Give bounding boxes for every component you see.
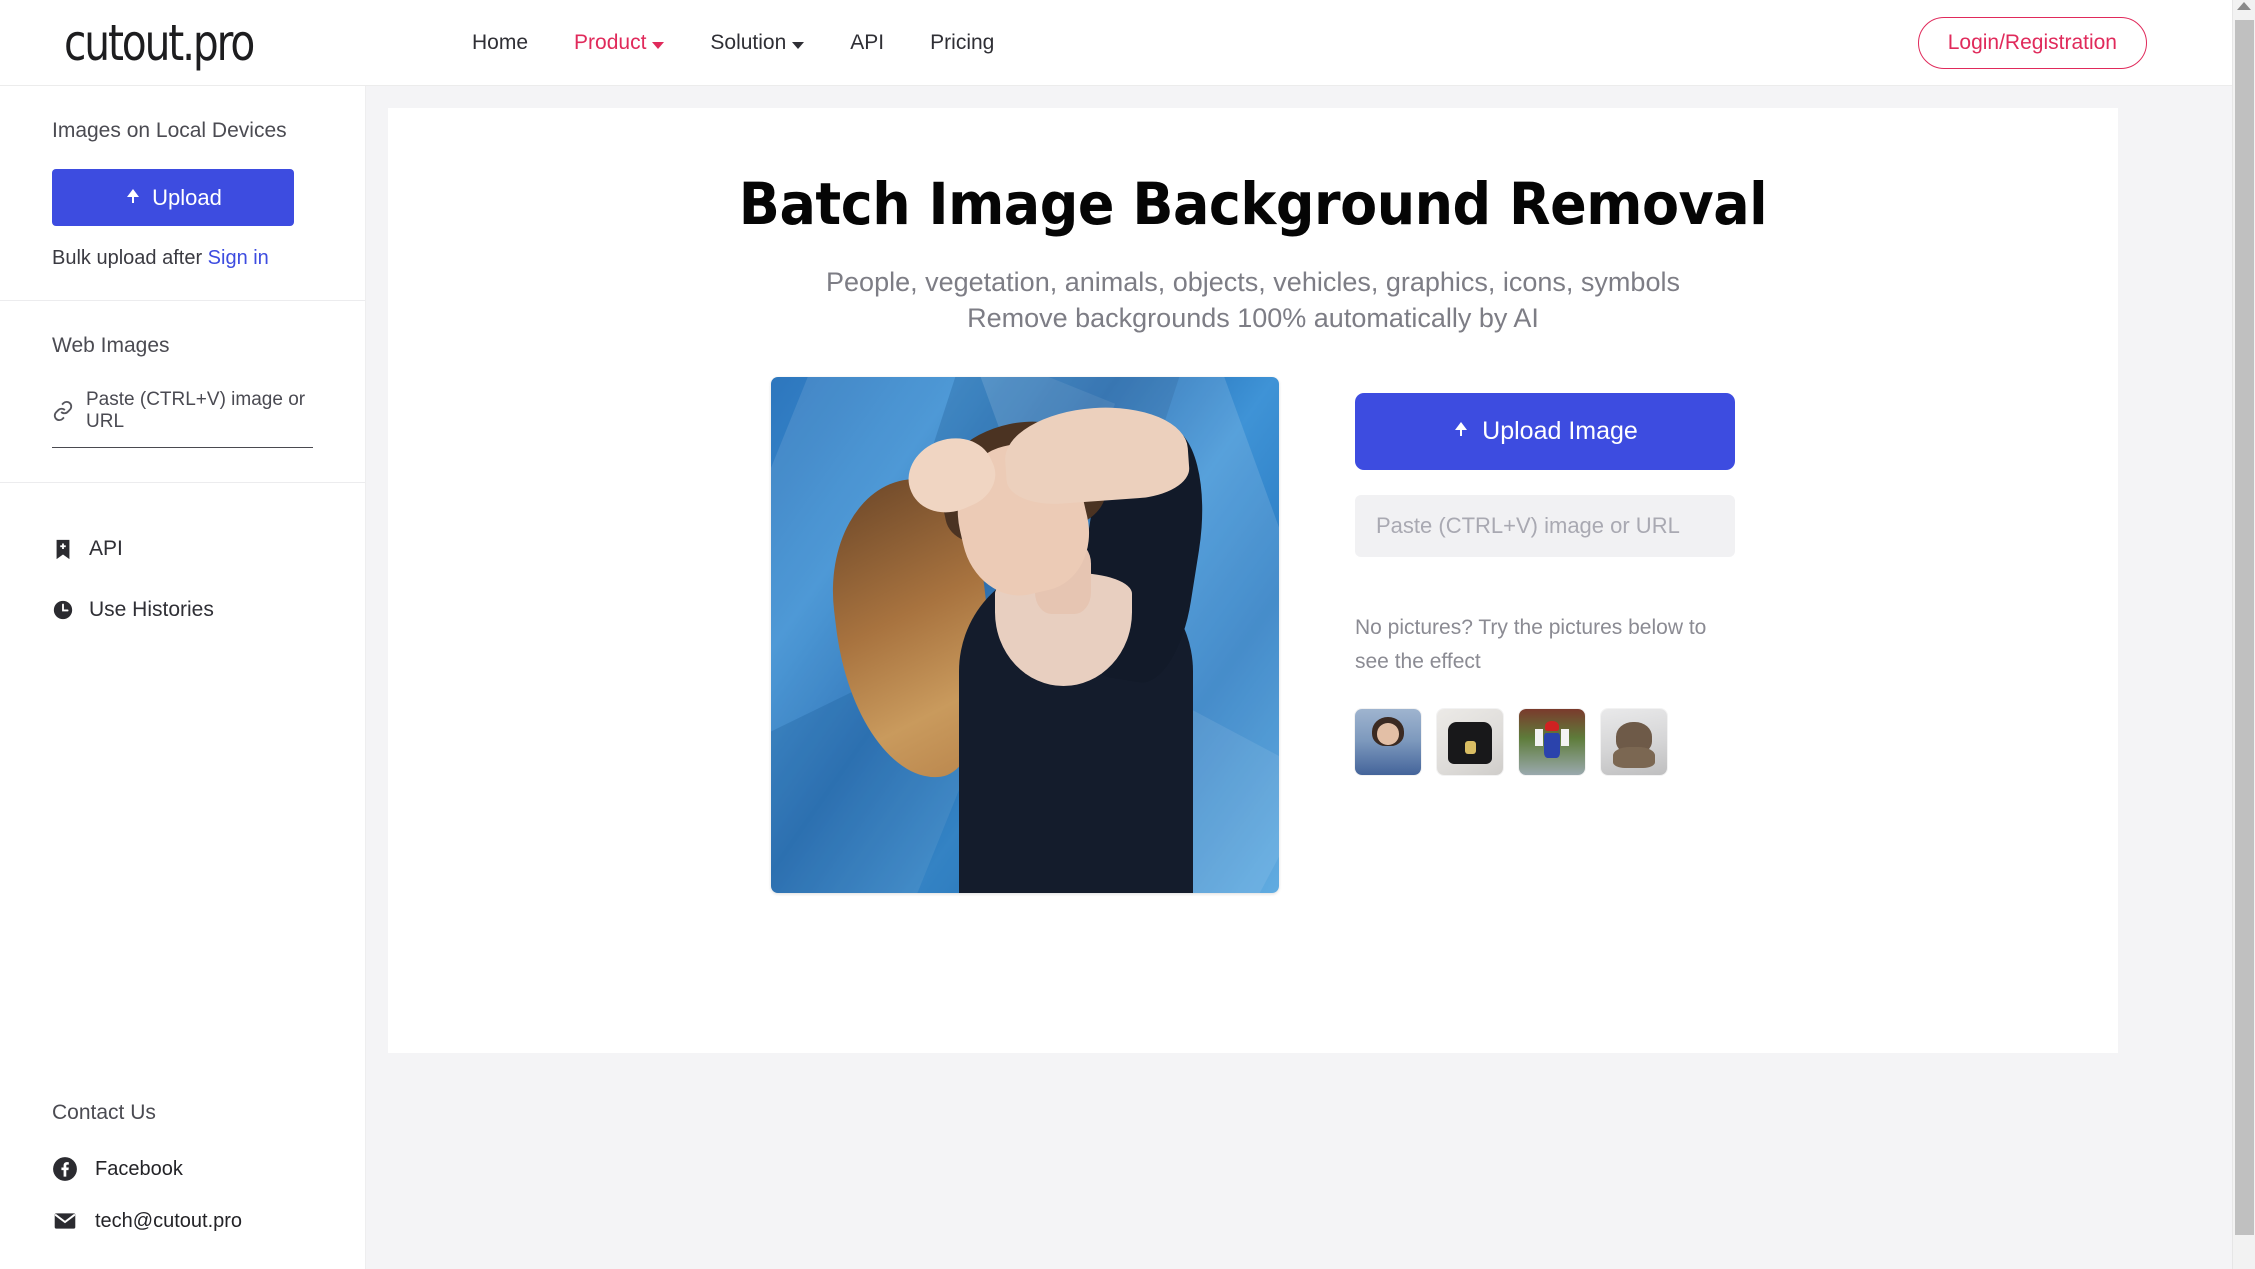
hero-row: Upload Image Paste (CTRL+V) image or URL… <box>388 376 2118 893</box>
sample-thumbnail-puppy[interactable] <box>1601 708 1667 775</box>
bulk-upload-hint: Bulk upload after Sign in <box>52 247 313 270</box>
main-content-card: Batch Image Background Removal People, v… <box>388 108 2118 1053</box>
site-logo[interactable]: cutout.pro <box>64 14 255 72</box>
nav-item-solution[interactable]: Solution <box>687 31 827 55</box>
nav-item-home-label: Home <box>472 31 529 54</box>
local-images-section: Images on Local Devices Upload Bulk uplo… <box>0 86 365 270</box>
page-subtitle: People, vegetation, animals, objects, ve… <box>388 264 2118 337</box>
sidebar-paste-placeholder: Paste (CTRL+V) image or URL <box>86 389 306 432</box>
facebook-icon <box>53 1157 77 1181</box>
nav-item-solution-label: Solution <box>710 31 787 54</box>
chevron-down-icon <box>652 41 665 49</box>
sample-thumbnail-child-portrait[interactable] <box>1355 708 1421 775</box>
nav-item-api[interactable]: API <box>827 31 907 55</box>
nav-item-pricing[interactable]: Pricing <box>907 31 1017 55</box>
sample-thumbnails <box>1355 708 1735 775</box>
upload-icon <box>124 189 141 207</box>
sample-thumbnail-mario-figure[interactable] <box>1519 708 1585 775</box>
sidebar-item-api[interactable]: API <box>0 529 365 569</box>
paste-url-placeholder: Paste (CTRL+V) image or URL <box>1376 512 1680 538</box>
chevron-down-icon <box>792 41 805 49</box>
contact-title-wrap: Contact Us <box>0 1101 365 1125</box>
contact-email-label: tech@cutout.pro <box>95 1209 243 1232</box>
web-images-title: Web Images <box>52 334 170 357</box>
hero-actions-column: Upload Image Paste (CTRL+V) image or URL… <box>1355 377 1735 893</box>
link-icon <box>53 400 73 422</box>
upload-button[interactable]: Upload <box>52 169 294 226</box>
left-sidebar: Images on Local Devices Upload Bulk uplo… <box>0 86 366 1269</box>
contact-facebook-label: Facebook <box>95 1157 183 1180</box>
login-registration-button[interactable]: Login/Registration <box>1917 16 2147 69</box>
hero-preview-image <box>771 376 1279 893</box>
nav-item-pricing-label: Pricing <box>930 31 995 54</box>
page-title: Batch Image Background Removal <box>738 170 1768 238</box>
web-images-section: Web Images Paste (CTRL+V) image or URL <box>0 301 365 448</box>
nav-item-product-label: Product <box>574 31 647 54</box>
sign-in-link[interactable]: Sign in <box>208 247 269 269</box>
local-images-title: Images on Local Devices <box>52 119 287 142</box>
sample-images-hint: No pictures? Try the pictures below to s… <box>1355 615 1707 673</box>
top-navigation-bar: cutout.pro Home Product Solution API Pri… <box>0 0 2232 86</box>
sidebar-item-use-histories-label: Use Histories <box>89 598 214 621</box>
page-subtitle-line2: Remove backgrounds 100% automatically by… <box>967 303 1539 334</box>
scrollbar-thumb[interactable] <box>2235 20 2254 1235</box>
nav-item-api-label: API <box>850 31 885 54</box>
clock-icon <box>53 600 73 620</box>
nav-item-home[interactable]: Home <box>449 31 551 55</box>
paste-url-input[interactable]: Paste (CTRL+V) image or URL <box>1355 494 1735 557</box>
nav-item-product[interactable]: Product <box>551 31 687 55</box>
upload-image-button-label: Upload Image <box>1482 416 1638 445</box>
sidebar-paste-input[interactable]: Paste (CTRL+V) image or URL <box>52 389 313 448</box>
sidebar-divider-2 <box>0 482 365 483</box>
upload-icon <box>1452 422 1469 440</box>
contact-email[interactable]: tech@cutout.pro <box>0 1195 365 1247</box>
page-root: cutout.pro Home Product Solution API Pri… <box>0 0 2255 1269</box>
mail-icon <box>54 1213 76 1229</box>
contact-us-title: Contact Us <box>52 1101 156 1124</box>
bulk-upload-text: Bulk upload after <box>52 247 208 269</box>
vertical-scrollbar[interactable] <box>2232 0 2255 1269</box>
upload-image-button[interactable]: Upload Image <box>1355 392 1735 470</box>
contact-section: Contact Us Facebook tech@cutout.pro <box>0 1101 365 1269</box>
sidebar-item-api-label: API <box>89 537 123 560</box>
sidebar-item-use-histories[interactable]: Use Histories <box>0 590 365 630</box>
page-subtitle-line1: People, vegetation, animals, objects, ve… <box>826 267 1680 297</box>
bookmark-plus-icon <box>56 539 70 560</box>
scroll-up-arrow-icon[interactable] <box>2237 2 2251 10</box>
sample-thumbnail-black-tshirt[interactable] <box>1437 708 1503 775</box>
main-nav-links: Home Product Solution API Pricing <box>449 0 1017 86</box>
upload-button-label: Upload <box>152 184 222 210</box>
contact-facebook[interactable]: Facebook <box>0 1143 365 1195</box>
